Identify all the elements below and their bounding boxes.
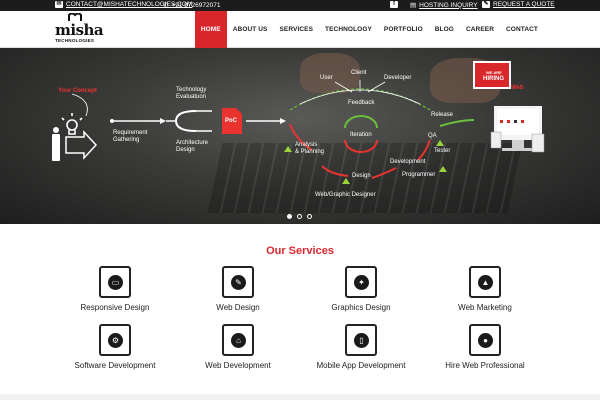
- your-concept-label: Your Concept: [58, 88, 97, 94]
- hiring-top-label: WE ARE: [486, 70, 502, 75]
- hiring-main-label: HIRING: [483, 76, 504, 82]
- mobile-glyph: ▯: [354, 333, 369, 348]
- process-diagram: [52, 61, 545, 184]
- request-quote-label: REQUEST A QUOTE: [493, 1, 555, 8]
- graphics-icon: ✦: [345, 266, 377, 298]
- services-title: Our Services: [266, 245, 334, 257]
- nav-home[interactable]: HOME: [194, 11, 227, 48]
- tester-label: Tester: [434, 148, 451, 154]
- development-label: Development: [390, 159, 426, 165]
- service-web-marketing[interactable]: ▲ Web Marketing: [420, 266, 550, 312]
- service-name: Hire Web Professional: [445, 361, 525, 370]
- service-web-development[interactable]: ⌂ Web Development: [173, 324, 303, 370]
- service-hire-web-professional[interactable]: ● Hire Web Professional: [420, 324, 550, 370]
- service-web-design[interactable]: ✎ Web Design: [173, 266, 303, 312]
- programmer-label: Programmer: [402, 172, 436, 178]
- site-header: misha TECHNOLOGIES HOME ABOUT US SERVICE…: [0, 11, 600, 48]
- poc-label: PoC: [225, 118, 237, 124]
- service-name: Web Design: [216, 303, 260, 312]
- mobile-icon: ▯: [345, 324, 377, 356]
- iteration-label: Iteration: [350, 132, 372, 138]
- feedback-label: Feedback: [348, 100, 375, 106]
- logo[interactable]: misha TECHNOLOGIES: [55, 13, 104, 46]
- edit-icon: ✎: [482, 1, 490, 8]
- service-name: Web Development: [205, 361, 271, 370]
- service-graphics-design[interactable]: ✦ Graphics Design: [296, 266, 426, 312]
- server-icon: ▤: [410, 2, 417, 9]
- release-label: Release: [431, 112, 454, 118]
- footer-strip: [0, 394, 600, 400]
- envelope-icon: ✉: [55, 1, 63, 8]
- web-designer-label: Web/Graphic Designer: [315, 192, 376, 198]
- slide-dot-2[interactable]: [297, 214, 302, 219]
- professional-icon: ●: [469, 324, 501, 356]
- nav-about-us[interactable]: ABOUT US: [227, 11, 274, 48]
- web-dev-glyph: ⌂: [231, 333, 246, 348]
- request-quote-link[interactable]: ✎ REQUEST A QUOTE: [482, 1, 555, 8]
- client-label: Client: [351, 70, 367, 76]
- slide-dot-3[interactable]: [307, 214, 312, 219]
- service-name: Software Development: [74, 361, 156, 370]
- marketing-glyph: ▲: [478, 275, 493, 290]
- service-software-development[interactable]: ⚙ Software Development: [50, 324, 180, 370]
- service-name: Mobile App Development: [316, 361, 406, 370]
- responsive-glyph: ▭: [108, 275, 123, 290]
- service-name: Responsive Design: [80, 303, 150, 312]
- phone-info: ✆ +91 9726972071: [163, 1, 221, 10]
- tech-eval-label: Technology Evaluatuon: [176, 87, 207, 100]
- design-label: Design: [352, 173, 371, 179]
- software-icon: ⚙: [99, 324, 131, 356]
- nav-contact[interactable]: CONTACT: [500, 11, 544, 48]
- service-name: Graphics Design: [331, 303, 391, 312]
- graphics-glyph: ✦: [354, 275, 369, 290]
- nav-services[interactable]: SERVICES: [273, 11, 319, 48]
- service-responsive-design[interactable]: ▭ Responsive Design: [50, 266, 180, 312]
- professional-glyph: ●: [478, 333, 493, 348]
- logo-word: misha: [55, 21, 104, 39]
- web-dev-icon: ⌂: [222, 324, 254, 356]
- logo-subtitle: TECHNOLOGIES: [55, 38, 95, 43]
- web-tag-label: Web: [511, 85, 524, 91]
- phone-icon: ✆: [163, 2, 169, 9]
- nav-career[interactable]: CAREER: [460, 11, 500, 48]
- nav-technology[interactable]: TECHNOLOGY: [319, 11, 378, 48]
- marketing-icon: ▲: [469, 266, 501, 298]
- analysis-label: Analysis & Planning: [295, 142, 325, 155]
- requirement-label: Requirement Gathering: [113, 130, 148, 143]
- slide-dot-1[interactable]: [287, 214, 292, 219]
- service-mobile-app-development[interactable]: ▯ Mobile App Development: [296, 324, 426, 370]
- phone-text: +91 9726972071: [171, 1, 221, 9]
- nav-blog[interactable]: BLOG: [429, 11, 460, 48]
- web-design-glyph: ✎: [231, 275, 246, 290]
- hosting-inquiry-label: HOSTING INQUIRY: [419, 1, 478, 9]
- main-nav: HOME ABOUT US SERVICES TECHNOLOGY PORTFO…: [194, 11, 544, 48]
- web-design-icon: ✎: [222, 266, 254, 298]
- hero-slider: Your Concept Requirement Gathering Techn…: [0, 48, 600, 224]
- responsive-icon: ▭: [99, 266, 131, 298]
- nav-portfolio[interactable]: PORTFOLIO: [378, 11, 429, 48]
- top-bar: ✉ CONTACT@MISHATECHNOLOGIES.COM ✆ +91 97…: [0, 0, 600, 11]
- user-label: User: [320, 75, 333, 81]
- hosting-inquiry-link[interactable]: ▤ HOSTING INQUIRY: [410, 1, 478, 10]
- facebook-icon: f: [390, 1, 398, 8]
- facebook-link[interactable]: f: [390, 1, 398, 8]
- service-name: Web Marketing: [458, 303, 512, 312]
- software-glyph: ⚙: [108, 333, 123, 348]
- architecture-label: Architecture Design: [176, 140, 209, 153]
- developer-label: Developer: [384, 75, 412, 81]
- qa-label: QA: [428, 133, 437, 139]
